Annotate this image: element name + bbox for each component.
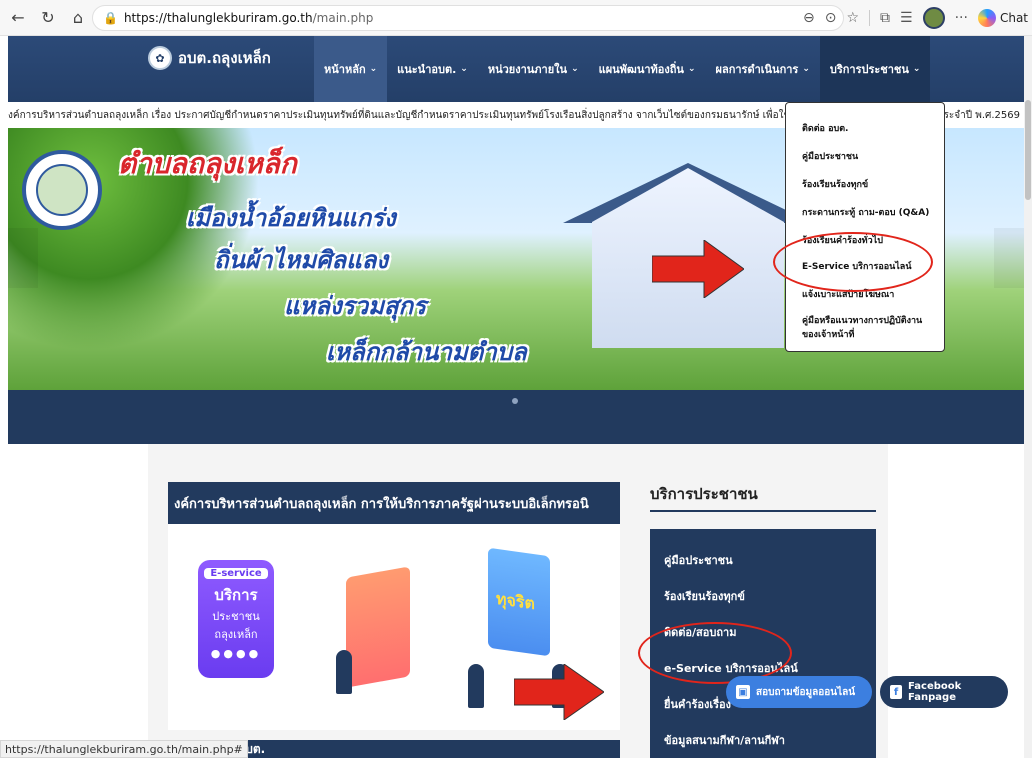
- url-path: /main.php: [312, 11, 374, 25]
- phone-illustration: E-service บริการ ประชาชน ถลุงเหล็ก ●●●●: [198, 560, 274, 678]
- person-illustration: [336, 650, 352, 694]
- highlight-circle: [773, 232, 933, 292]
- online-inquiry-label: สอบถามข้อมูลออนไลน์: [756, 686, 856, 698]
- dropdown-item-complaints[interactable]: ร้องเรียนร้องทุกข์: [802, 177, 868, 191]
- online-inquiry-button[interactable]: ▣ สอบถามข้อมูลออนไลน์: [726, 676, 872, 708]
- menu-development-plan[interactable]: แผนพัฒนาท้องถิ่น ⌄: [589, 36, 706, 102]
- phone-dots: ●●●●: [210, 647, 262, 660]
- service-link-complaints[interactable]: ร้องเรียนร้องทุกข์: [664, 587, 745, 605]
- seal-icon: ✿: [148, 46, 172, 70]
- scrollbar-thumb[interactable]: [1025, 100, 1031, 200]
- corruption-text: ทุจริต: [496, 588, 535, 614]
- chat-label: Chat: [999, 11, 1028, 25]
- menu-departments[interactable]: หน่วยงานภายใน ⌄: [478, 36, 589, 102]
- back-icon[interactable]: ←: [6, 6, 30, 30]
- favorites-icon[interactable]: ☰: [900, 10, 913, 26]
- menu-about-label: แนะนำอบต.: [397, 63, 457, 76]
- services-heading: บริการประชาชน: [650, 485, 758, 503]
- dropdown-item-citizen-manual[interactable]: คู่มือประชาชน: [802, 149, 858, 163]
- dropdown-item-staff-guide[interactable]: คู่มือหรือแนวทางการปฏิบัติงาน ของเจ้าหน้…: [802, 313, 922, 341]
- site-info-icon[interactable]: 🔒: [103, 11, 118, 25]
- phone-citizens-text: ประชาชน: [212, 610, 260, 623]
- zoom-icon[interactable]: ⊖: [803, 10, 815, 26]
- refresh-icon[interactable]: ↻: [36, 6, 60, 30]
- menu-results[interactable]: ผลการดำเนินการ ⌄: [706, 36, 820, 102]
- hero-line-4: เหล็กกล้านามตำบล: [326, 338, 527, 366]
- hero-line-1: เมืองน้ำอ้อยหินแกร่ง: [186, 204, 396, 232]
- copilot-button[interactable]: Chat: [977, 9, 1028, 27]
- hero-line-3: แหล่งรวมสุกร: [284, 292, 426, 320]
- chevron-down-icon: ⌄: [912, 64, 921, 74]
- address-bar[interactable]: 🔒 https://thalunglekburiram.go.th/main.p…: [92, 5, 844, 31]
- corruption-tablet-illustration: ทุจริต: [488, 547, 550, 657]
- service-link-petition[interactable]: ยื่นคำร้องเรื่อง: [664, 695, 731, 713]
- carousel-next-button[interactable]: [994, 228, 1024, 288]
- chevron-down-icon: ⌄: [369, 64, 378, 74]
- hero-line-2: ถิ่นผ้าไหมศิลแลง: [214, 246, 389, 274]
- dropdown-item-contact[interactable]: ติดต่อ อบต.: [802, 121, 848, 135]
- eservice-tag: E-service: [204, 568, 268, 579]
- dropdown-item-qa-board[interactable]: กระดานกระทู้ ถาม-ตอบ (Q&A): [802, 205, 929, 219]
- chevron-down-icon: ⌄: [802, 64, 810, 74]
- phone-service-text: บริการ: [214, 586, 258, 604]
- public-services-dropdown: ติดต่อ อบต. คู่มือประชาชน ร้องเรียนร้องท…: [785, 102, 945, 352]
- red-arrow-icon: [652, 240, 744, 298]
- service-link-sports-field[interactable]: ข้อมูลสนามกีฬา/ลานกีฬา: [664, 731, 785, 749]
- chevron-down-icon: ⌄: [687, 64, 696, 74]
- top-navigation: ✿ อบต.ถลุงเหล็ก หน้าหลัก ⌄ แนะนำอบต. ⌄ หน่…: [8, 36, 1024, 102]
- eservice-card-image: E-service บริการ ประชาชน ถลุงเหล็ก ●●●● …: [168, 524, 620, 730]
- eservice-card-title: งค์การบริหารส่วนตำบลถลุงเหล็ก การให้บริก…: [168, 482, 620, 524]
- site-logo[interactable]: ✿ อบต.ถลุงเหล็ก: [148, 46, 271, 70]
- dropdown-item-staff-guide-line2: ของเจ้าหน้าที่: [802, 330, 855, 340]
- red-arrow-icon: [514, 664, 604, 720]
- extensions-icon[interactable]: ⧉: [880, 10, 890, 26]
- ticker-text-end: ระจำปี พ.ศ.2569: [943, 109, 1021, 121]
- carousel-prev-button[interactable]: [8, 228, 38, 288]
- status-bar-url: https://thalunglekburiram.go.th/main.php…: [0, 740, 248, 758]
- profile-avatar[interactable]: [922, 7, 945, 29]
- web-page: ✿ อบต.ถลุงเหล็ก หน้าหลัก ⌄ แนะนำอบต. ⌄ หน่…: [8, 36, 1024, 758]
- settings-more-icon[interactable]: ···: [955, 10, 968, 26]
- site-logo-text: อบต.ถลุงเหล็ก: [178, 49, 271, 67]
- services-heading-underline: [650, 510, 876, 512]
- tablet-illustration: [346, 566, 410, 688]
- ticker-text: งค์การบริหารส่วนตำบลถลุงเหล็ก เรื่อง ประ…: [8, 109, 802, 121]
- menu-departments-label: หน่วยงานภายใน: [487, 63, 568, 76]
- chevron-down-icon: ⌄: [571, 64, 579, 74]
- menu-results-label: ผลการดำเนินการ: [715, 63, 799, 76]
- menu-public-services-label: บริการประชาชน: [829, 63, 909, 76]
- person-illustration: [468, 664, 484, 708]
- facebook-fanpage-label: Facebook Fanpage: [908, 681, 962, 703]
- hero-title: ตำบลถลุงเหล็ก: [118, 147, 297, 180]
- menu-development-plan-label: แผนพัฒนาท้องถิ่น: [598, 63, 684, 76]
- main-menu: หน้าหลัก ⌄ แนะนำอบต. ⌄ หน่วยงานภายใน ⌄ แผนพ…: [314, 36, 931, 102]
- home-icon[interactable]: ⌂: [66, 6, 90, 30]
- phone-town-text: ถลุงเหล็ก: [214, 628, 258, 641]
- toolbar-separator: [869, 10, 871, 26]
- chat-icon: ▣: [736, 685, 750, 699]
- organization-seal: [22, 150, 102, 230]
- chevron-down-icon: ⌄: [460, 64, 468, 74]
- menu-home[interactable]: หน้าหลัก ⌄: [314, 36, 388, 102]
- browser-toolbar: ← ↻ ⌂ 🔒 https://thalunglekburiram.go.th /…: [0, 0, 1032, 36]
- dropdown-item-staff-guide-line1: คู่มือหรือแนวทางการปฏิบัติงาน: [802, 316, 923, 326]
- carousel-indicator[interactable]: [512, 398, 518, 404]
- favorite-star-icon[interactable]: ☆: [846, 10, 859, 26]
- menu-public-services[interactable]: บริการประชาชน ⌄: [819, 36, 931, 102]
- url-host: https://thalunglekburiram.go.th: [123, 11, 313, 25]
- more-tools-icon[interactable]: ⊙: [825, 10, 837, 26]
- menu-home-label: หน้าหลัก: [324, 63, 366, 76]
- facebook-icon: f: [890, 685, 903, 699]
- copilot-icon: [977, 9, 996, 27]
- facebook-fanpage-button[interactable]: f Facebook Fanpage: [880, 676, 1008, 708]
- seal-center: [36, 164, 88, 216]
- highlight-circle: [638, 622, 792, 684]
- eservice-card[interactable]: งค์การบริหารส่วนตำบลถลุงเหล็ก การให้บริก…: [168, 482, 620, 730]
- scrollbar[interactable]: [1024, 36, 1032, 758]
- service-link-citizen-manual[interactable]: คู่มือประชาชน: [664, 551, 733, 569]
- menu-about[interactable]: แนะนำอบต. ⌄: [387, 36, 478, 102]
